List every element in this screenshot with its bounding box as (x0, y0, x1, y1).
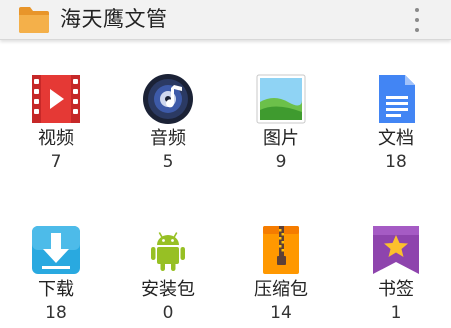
category-archive[interactable]: 压缩包 14 (225, 223, 337, 328)
category-picture[interactable]: 图片 9 (225, 72, 337, 190)
download-icon (29, 223, 83, 277)
category-label: 安装包 (141, 279, 195, 300)
category-label: 音频 (150, 128, 186, 149)
category-label: 压缩包 (254, 279, 308, 300)
category-document[interactable]: 文档 18 (340, 72, 451, 190)
category-count: 9 (275, 152, 287, 172)
category-count: 1 (390, 303, 402, 323)
category-count: 5 (162, 152, 174, 172)
app-bar: 海天鹰文管 (0, 0, 451, 40)
category-label: 下载 (38, 279, 74, 300)
category-apk[interactable]: 安装包 0 (112, 223, 224, 328)
category-label: 书签 (378, 279, 414, 300)
category-audio[interactable]: 音频 5 (112, 72, 224, 190)
picture-icon (254, 72, 308, 126)
app-title: 海天鹰文管 (60, 7, 168, 31)
category-download[interactable]: 下载 18 (0, 223, 112, 328)
category-label: 文档 (378, 128, 414, 149)
audio-disc-icon (141, 72, 195, 126)
video-icon (29, 72, 83, 126)
category-count: 18 (385, 152, 407, 172)
category-count: 18 (45, 303, 67, 323)
category-count: 0 (162, 303, 174, 323)
bookmark-icon (369, 223, 423, 277)
android-icon (141, 223, 195, 277)
document-icon (369, 72, 423, 126)
archive-icon (254, 223, 308, 277)
category-label: 图片 (263, 128, 299, 149)
category-count: 7 (50, 152, 62, 172)
folder-icon (17, 3, 51, 35)
category-count: 14 (270, 303, 292, 323)
category-label: 视频 (38, 128, 74, 149)
more-vert-icon[interactable] (409, 5, 425, 35)
category-bookmark[interactable]: 书签 1 (340, 223, 451, 328)
category-video[interactable]: 视频 7 (0, 72, 112, 190)
